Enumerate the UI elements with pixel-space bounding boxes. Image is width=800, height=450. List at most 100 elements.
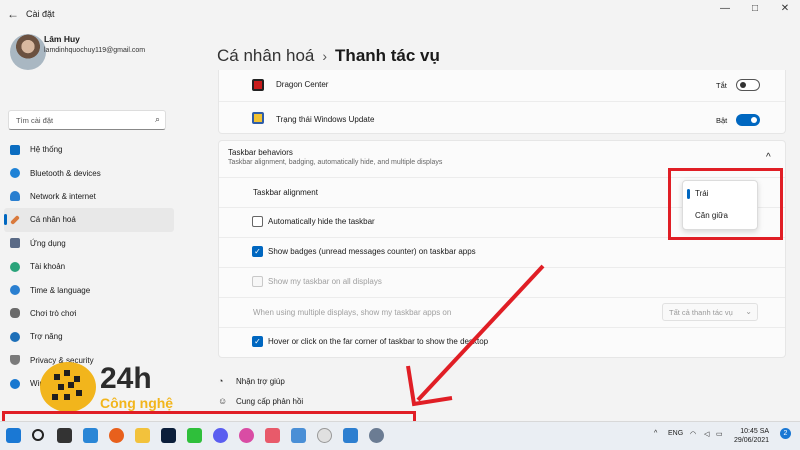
photoshop-icon[interactable] xyxy=(161,428,176,443)
back-arrow-icon[interactable]: ← xyxy=(0,7,26,21)
windows-update-toggle[interactable] xyxy=(736,114,760,126)
clock[interactable]: 10:45 SA 29/06/2021 xyxy=(734,427,769,445)
highlight-box-dropdown xyxy=(668,168,783,240)
profile-name: Lâm Huy xyxy=(44,34,80,44)
sidebar-item-personalization[interactable]: Cá nhân hoá xyxy=(4,208,174,232)
multi-display-select: Tất cả thanh tác vụ ⌄ xyxy=(662,303,758,321)
maximize-button[interactable]: □ xyxy=(740,0,770,22)
sidebar-item-accessibility[interactable]: Trợ năng xyxy=(4,325,174,348)
search-placeholder: Tìm cài đặt xyxy=(16,116,54,125)
battery-icon[interactable]: ▭ xyxy=(716,430,723,438)
sidebar-item-label: Network & internet xyxy=(30,191,96,201)
tray-app-label: Dragon Center xyxy=(276,80,329,89)
feedback-link[interactable]: ☺ Cung cấp phản hồi xyxy=(218,396,303,406)
collapse-chevron-icon[interactable]: ^ xyxy=(766,152,771,163)
start-windows-icon[interactable] xyxy=(6,428,21,443)
sidebar-nav: Hệ thống Bluetooth & devices Network & i… xyxy=(4,138,174,395)
sidebar-item-gaming[interactable]: Chơi trò chơi xyxy=(4,302,174,325)
firefox-icon[interactable] xyxy=(109,428,124,443)
volume-icon[interactable]: ◁ xyxy=(704,430,709,438)
breadcrumb[interactable]: Cá nhân hoá xyxy=(217,46,314,65)
multi-display-label: When using multiple displays, show my ta… xyxy=(253,308,452,317)
window-title: Cài đặt xyxy=(26,9,55,19)
notepad-icon[interactable] xyxy=(291,428,306,443)
sidebar-item-label: Cá nhân hoá xyxy=(30,215,76,225)
get-help-label: Nhận trợ giúp xyxy=(236,376,285,386)
sidebar-item-label: Hệ thống xyxy=(30,145,63,155)
dragon-center-toggle[interactable] xyxy=(736,79,760,91)
gamepad-icon xyxy=(10,308,20,319)
logo-mark xyxy=(40,362,96,412)
minimize-button[interactable]: — xyxy=(710,0,740,22)
multi-display-value: Tất cả thanh tác vụ xyxy=(669,308,733,317)
task-view-icon[interactable] xyxy=(57,428,72,443)
windows-update-status-icon xyxy=(252,112,264,124)
app-icon[interactable] xyxy=(265,428,280,443)
brush-icon xyxy=(10,214,20,225)
divider xyxy=(219,267,785,268)
search-icon[interactable] xyxy=(32,429,44,441)
get-help-link[interactable]: ◔ Nhận trợ giúp xyxy=(218,376,285,386)
tray-app-label: Trạng thái Windows Update xyxy=(276,115,375,124)
sidebar-item-accounts[interactable]: Tài khoản xyxy=(4,255,174,278)
tray-chevron-icon[interactable]: ^ xyxy=(654,430,657,437)
notification-badge[interactable]: 2 xyxy=(780,428,791,439)
sidebar-item-label: Ứng dụng xyxy=(30,238,66,248)
sidebar-item-label: Bluetooth & devices xyxy=(30,168,101,178)
search-input[interactable]: Tìm cài đặt ⌕ xyxy=(8,110,166,130)
divider xyxy=(219,101,785,102)
clock-date: 29/06/2021 xyxy=(734,437,770,444)
edge-icon[interactable] xyxy=(239,428,254,443)
bluetooth-icon xyxy=(10,168,20,179)
sidebar-item-label: Trợ năng xyxy=(30,332,63,342)
toggle-state-label: Bật xyxy=(716,116,728,125)
logo-text: Công nghệ xyxy=(100,395,174,411)
auto-hide-label: Automatically hide the taskbar xyxy=(268,217,375,226)
language-indicator[interactable]: ENG xyxy=(668,430,683,437)
sidebar-item-time-language[interactable]: Time & language xyxy=(4,278,174,301)
watermark-logo: 24h Công nghệ xyxy=(40,362,190,412)
breadcrumb-separator: › xyxy=(322,48,328,64)
sidebar: Lâm Huy lamdinhquochuy119@gmail.com Tìm … xyxy=(0,28,182,408)
badges-label: Show badges (unread messages counter) on… xyxy=(268,247,476,256)
title-bar: ← Cài đặt xyxy=(0,0,800,28)
sidebar-item-label: Chơi trò chơi xyxy=(30,308,77,318)
clock-time: 10:45 SA xyxy=(740,428,770,435)
update-icon xyxy=(10,378,20,389)
sidebar-item-system[interactable]: Hệ thống xyxy=(4,138,174,161)
file-explorer-icon[interactable] xyxy=(135,428,150,443)
chevron-down-icon: ⌄ xyxy=(745,307,752,316)
messenger-icon[interactable] xyxy=(213,428,228,443)
logo-pattern-icon xyxy=(52,370,82,400)
badges-checkbox[interactable]: ✓ xyxy=(252,246,263,257)
music-icon[interactable] xyxy=(317,428,332,443)
close-button[interactable]: ✕ xyxy=(770,0,800,22)
page-title: Cá nhân hoá › Thanh tác vụ xyxy=(217,46,440,66)
divider xyxy=(219,297,785,298)
search-icon: ⌕ xyxy=(154,114,160,124)
wifi-icon xyxy=(10,191,20,202)
sidebar-item-network[interactable]: Network & internet xyxy=(4,185,174,208)
section-subtitle: Taskbar alignment, badging, automaticall… xyxy=(228,159,443,166)
shield-icon xyxy=(10,355,20,366)
user-profile[interactable] xyxy=(10,34,46,70)
store-icon[interactable] xyxy=(343,428,358,443)
section-title: Taskbar behaviors xyxy=(228,148,293,157)
help-icon: ◔ xyxy=(218,376,224,386)
wifi-icon[interactable]: ◠ xyxy=(690,430,696,438)
line-icon[interactable] xyxy=(187,428,202,443)
profile-email: lamdinhquochuy119@gmail.com xyxy=(44,47,146,54)
sidebar-item-apps[interactable]: Ứng dụng xyxy=(4,232,174,255)
auto-hide-checkbox[interactable] xyxy=(252,216,263,227)
widgets-icon[interactable] xyxy=(83,428,98,443)
apps-icon xyxy=(10,238,20,249)
feedback-icon: ☺ xyxy=(218,396,228,406)
settings-gear-icon[interactable] xyxy=(369,428,384,443)
sidebar-item-bluetooth[interactable]: Bluetooth & devices xyxy=(4,161,174,184)
hover-corner-checkbox[interactable]: ✓ xyxy=(252,336,263,347)
toggle-state-label: Tắt xyxy=(716,81,727,90)
hover-corner-label: Hover or click on the far corner of task… xyxy=(268,337,489,346)
window-controls: — □ ✕ xyxy=(710,0,800,22)
sidebar-item-label: Time & language xyxy=(30,285,91,295)
monitor-icon xyxy=(10,144,20,155)
